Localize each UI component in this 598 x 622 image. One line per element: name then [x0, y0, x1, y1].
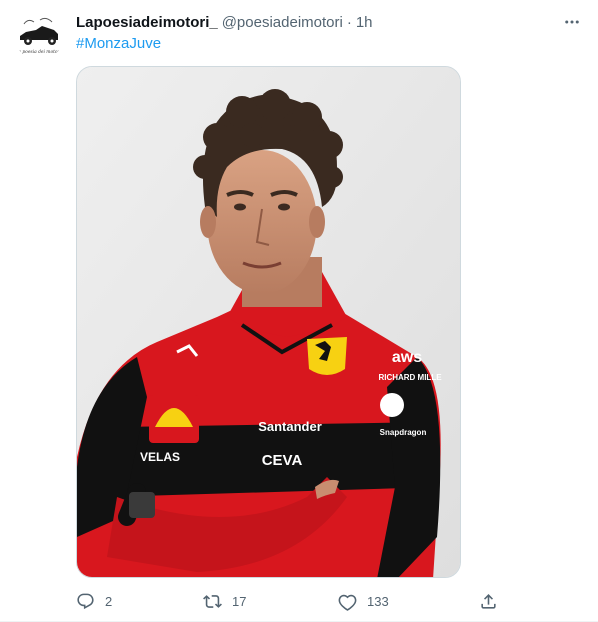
tweet[interactable]: la poesia dei motori Lapoesiadeimotori_ …	[0, 0, 598, 622]
retweet-count: 17	[232, 593, 247, 609]
author-handle[interactable]: @poesiadeimotori	[222, 14, 343, 31]
reply-button[interactable]: 2	[76, 588, 112, 614]
sponsor-ceva: CEVA	[262, 452, 303, 469]
heart-icon	[338, 594, 357, 611]
share-button[interactable]	[479, 588, 498, 614]
more-dots-icon	[565, 20, 579, 24]
share-icon	[481, 593, 496, 609]
media-photo: Santander VELAS CEVA aws RICHARD MILLE S…	[77, 67, 460, 577]
sponsor-richard-mille: RICHARD MILLE	[378, 373, 442, 382]
like-count: 133	[367, 593, 389, 609]
sponsor-snapdragon: Snapdragon	[380, 428, 427, 437]
reply-icon	[77, 593, 94, 609]
more-options-button[interactable]	[560, 10, 584, 34]
sponsor-velas: VELAS	[140, 450, 180, 464]
author-name[interactable]: Lapoesiadeimotori_	[76, 14, 218, 31]
tweet-media[interactable]: Santander VELAS CEVA aws RICHARD MILLE S…	[76, 66, 461, 578]
tweet-header: Lapoesiadeimotori_ @poesiadeimotori · 1h	[76, 12, 586, 32]
sponsor-santander: Santander	[258, 419, 322, 434]
retweet-button[interactable]: 17	[203, 588, 246, 614]
hashtag-link[interactable]: #MonzaJuve	[76, 35, 161, 52]
retweet-icon	[203, 594, 222, 608]
avatar-logo: la poesia dei motori	[14, 10, 64, 60]
avatar-caption: la poesia dei motori	[17, 50, 62, 55]
author-avatar[interactable]: la poesia dei motori	[14, 10, 64, 60]
like-button[interactable]: 133	[338, 588, 389, 614]
reply-count: 2	[105, 593, 113, 609]
timestamp[interactable]: 1h	[356, 14, 373, 31]
sponsor-aws: aws	[392, 349, 422, 366]
separator-dot: ·	[346, 13, 352, 31]
tweet-actions: 2 17 133	[76, 588, 506, 614]
